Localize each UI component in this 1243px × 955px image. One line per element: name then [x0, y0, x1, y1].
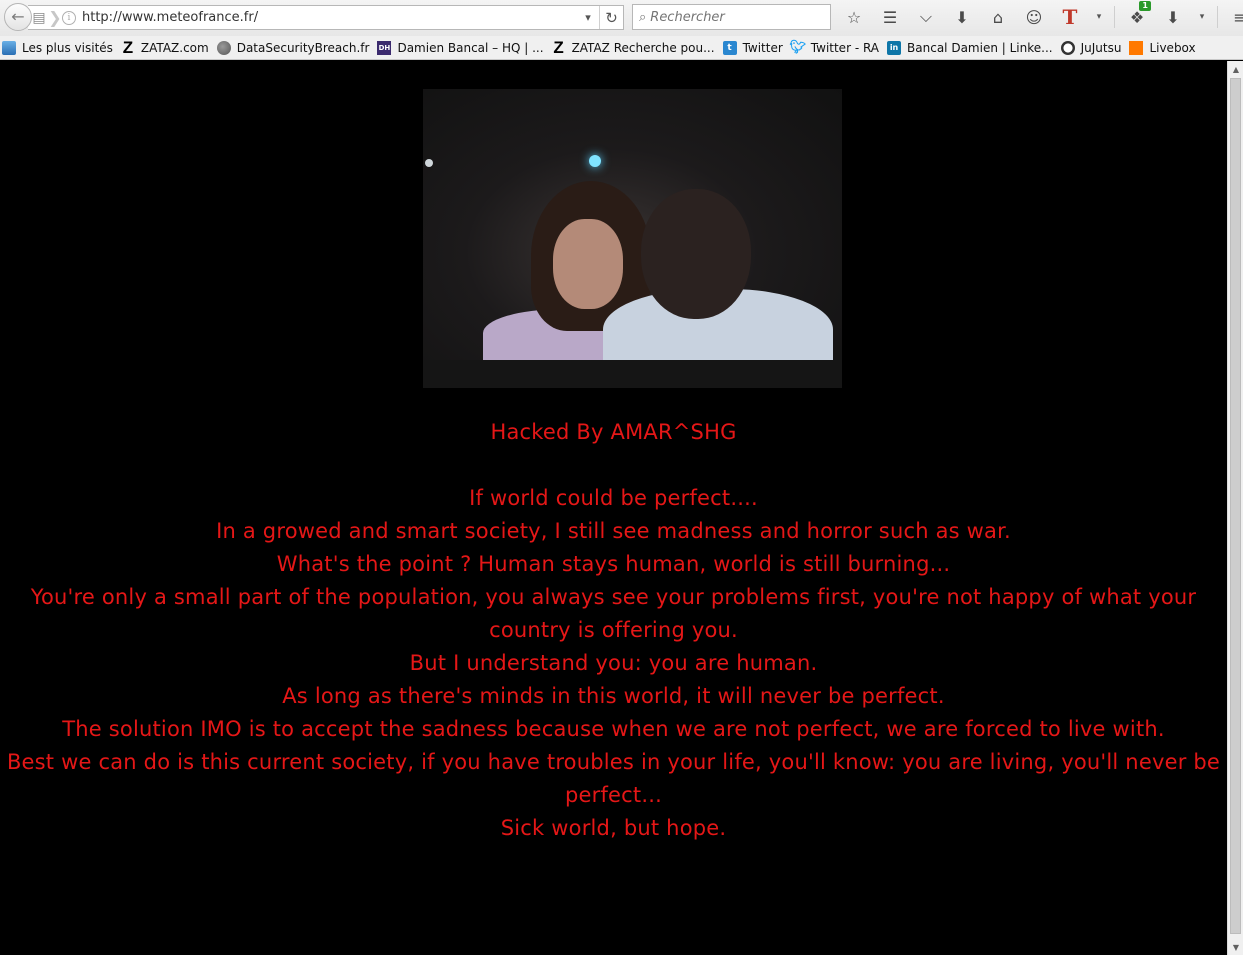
- toolbar-icons: ☆ ☰ ⌵ ⬇ ⌂ ☺ T ▾ ❖ 1 ⬇ ▾ ≡: [842, 1, 1243, 29]
- bookmark-star-icon[interactable]: ☆: [842, 5, 866, 29]
- back-button[interactable]: ←: [4, 2, 32, 31]
- bookmark-item[interactable]: DataSecurityBreach.fr: [216, 40, 369, 55]
- hello-chat-icon[interactable]: ☺: [1022, 5, 1046, 29]
- twitter-box-icon: t: [722, 40, 737, 55]
- reading-list-icon[interactable]: ☰: [878, 5, 902, 29]
- bookmark-item[interactable]: Livebox: [1129, 40, 1196, 55]
- linkedin-icon: in: [887, 40, 902, 55]
- bookmark-item[interactable]: Les plus visités: [2, 40, 113, 55]
- zataz-icon: Z: [553, 37, 564, 57]
- toolbar-divider: [1114, 6, 1115, 28]
- bookmark-item[interactable]: Z ZATAZ.com: [121, 37, 209, 57]
- navigation-group: ← ▤ ❯ i http://www.meteofrance.fr/ ▾ ↻: [4, 2, 624, 31]
- bookmark-item[interactable]: Z ZATAZ Recherche pou...: [552, 37, 714, 57]
- t-extension-icon[interactable]: T: [1058, 5, 1082, 29]
- scene-figure: [641, 189, 751, 319]
- browser-toolbar: ← ▤ ❯ i http://www.meteofrance.fr/ ▾ ↻ ⌕…: [0, 0, 1243, 36]
- chevron-right-icon: ❯: [48, 8, 62, 27]
- home-icon[interactable]: ⌂: [986, 5, 1010, 29]
- info-icon[interactable]: i: [62, 10, 76, 25]
- scene-figure: [553, 219, 623, 309]
- globe-icon: [216, 40, 231, 55]
- download-arrow-icon[interactable]: ⬇: [1161, 5, 1185, 29]
- addon-notification-icon[interactable]: ❖ 1: [1125, 1, 1151, 29]
- bookmark-item[interactable]: t Twitter: [722, 40, 783, 55]
- hamburger-menu-icon[interactable]: ≡: [1228, 5, 1243, 29]
- couple-scene-image: [423, 89, 842, 379]
- bookmark-item[interactable]: in Bancal Damien | Linke...: [887, 40, 1053, 55]
- message-line: If world could be perfect....: [469, 486, 758, 510]
- message-line: Best we can do is this current society, …: [6, 750, 1221, 807]
- notification-badge: 1: [1139, 1, 1151, 11]
- panda-icon: [1060, 40, 1075, 55]
- message-line: You're only a small part of the populati…: [30, 585, 1197, 642]
- defacement-message: Hacked By AMAR^SHG If world could be per…: [0, 416, 1227, 845]
- bookmarks-bar: Les plus visités Z ZATAZ.com DataSecurity…: [0, 36, 1243, 60]
- search-input[interactable]: [650, 9, 811, 25]
- vertical-scrollbar[interactable]: ▲ ▼: [1227, 61, 1243, 955]
- chevron-down-icon[interactable]: ▾: [1197, 5, 1207, 29]
- downloads-icon[interactable]: ⬇: [950, 5, 974, 29]
- orange-icon: [1129, 40, 1144, 55]
- toolbar-divider: [1217, 6, 1218, 28]
- scene-light: [589, 155, 601, 167]
- search-box[interactable]: ⌕: [632, 4, 831, 30]
- reload-icon[interactable]: ↻: [599, 6, 623, 29]
- message-line: In a growed and smart society, I still s…: [216, 519, 1011, 543]
- url-dropdown-icon[interactable]: ▾: [577, 6, 599, 29]
- bookmark-item[interactable]: JuJutsu: [1060, 40, 1121, 55]
- bookmark-item[interactable]: DH Damien Bancal – HQ | ...: [377, 40, 544, 55]
- chevron-down-icon[interactable]: ▾: [1094, 5, 1104, 29]
- message-line: But I understand you: you are human.: [409, 651, 818, 675]
- scroll-up-icon[interactable]: ▲: [1228, 61, 1243, 77]
- pocket-icon[interactable]: ⌵: [914, 5, 938, 29]
- scene-light: [425, 159, 433, 167]
- page-viewport: Hacked By AMAR^SHG If world could be per…: [0, 61, 1227, 955]
- scrollbar-thumb[interactable]: [1230, 78, 1241, 934]
- message-line: What's the point ? Human stays human, wo…: [276, 552, 951, 576]
- message-line: Sick world, but hope.: [500, 816, 727, 840]
- twitter-icon: 🐦︎: [789, 40, 807, 55]
- most-visited-icon: [2, 40, 16, 55]
- bookmark-item[interactable]: 🐦︎ Twitter - RA: [789, 40, 880, 55]
- search-icon: ⌕: [639, 9, 647, 25]
- dh-icon: DH: [377, 40, 392, 55]
- image-bottom-strip: [423, 360, 842, 388]
- page-title: Hacked By AMAR^SHG: [490, 420, 737, 444]
- back-arrow-icon: ←: [11, 7, 25, 26]
- message-line: As long as there's minds in this world, …: [282, 684, 945, 708]
- url-text[interactable]: http://www.meteofrance.fr/: [82, 10, 577, 25]
- url-bar[interactable]: ▤ ❯ i http://www.meteofrance.fr/ ▾ ↻: [28, 5, 624, 30]
- hero-image: [423, 89, 842, 388]
- message-line: The solution IMO is to accept the sadnes…: [62, 717, 1165, 741]
- zataz-icon: Z: [122, 37, 134, 57]
- scroll-down-icon[interactable]: ▼: [1228, 939, 1243, 955]
